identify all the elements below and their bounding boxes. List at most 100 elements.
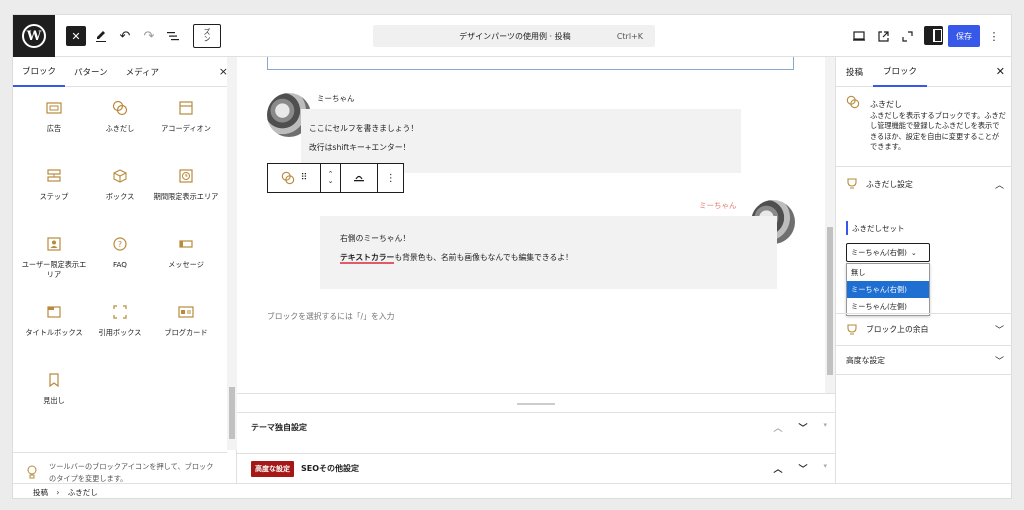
block-type-button[interactable]: ⠿ — [268, 164, 322, 192]
balloon-icon — [846, 95, 860, 109]
status-badge: 高度な設定 — [251, 460, 294, 477]
panel-balloon-settings[interactable]: ふきだし設定 ︿ — [836, 169, 1011, 199]
panel-block-margin[interactable]: ブロック上の余白 ﹀ — [836, 313, 1011, 345]
chevron-up-icon[interactable]: ︿ — [773, 462, 782, 475]
bookmark-icon — [45, 371, 63, 389]
tab-media[interactable]: メディア — [117, 57, 168, 87]
align-icon — [354, 175, 365, 182]
previous-block[interactable] — [267, 57, 794, 70]
block-item-box[interactable]: ボックス — [89, 163, 151, 231]
block-label: 見出し — [43, 396, 65, 405]
box-icon — [111, 167, 129, 185]
chevron-up-icon[interactable]: ︿ — [773, 421, 782, 434]
block-label: ボックス — [105, 192, 135, 201]
balloon-name-right: ミーちゃん — [699, 201, 737, 210]
more-icon[interactable]: ⋮ — [378, 164, 403, 192]
metabox-title: SEOその他設定 — [301, 464, 360, 473]
highlighted-text: テキストカラー — [340, 252, 395, 264]
tools-button[interactable]: ズン — [193, 24, 221, 48]
metabox-title: テーマ独自設定 — [251, 423, 307, 432]
block-appender-placeholder[interactable]: ブロックを選択するには「/」を入力 — [267, 311, 394, 322]
block-item-accordion[interactable]: アコーディオン — [151, 95, 221, 163]
inserter-tabs: ブロック パターン メディア × — [13, 57, 236, 87]
block-item-blog-card[interactable]: ブログカード — [151, 299, 221, 367]
settings-sidebar: 投稿 ブロック ✕ ふきだし ふきだしを表示するブロックです。ふきだし管理機能で… — [835, 57, 1011, 483]
balloon-icon — [111, 99, 129, 117]
block-label: アコーディオン — [161, 124, 211, 133]
chevron-down-icon: ﹀ — [994, 356, 1004, 367]
desktop-icon[interactable] — [851, 25, 867, 47]
chevron-down-icon[interactable]: ⌄ — [328, 178, 334, 185]
undo-icon[interactable]: ↶ — [117, 25, 133, 47]
move-buttons[interactable]: ⌃ ⌄ — [321, 164, 341, 192]
trophy-icon — [847, 323, 857, 335]
balloon-set-select[interactable]: ミーちゃん(右側) ⌄ — [846, 243, 930, 262]
close-icon[interactable]: ✕ — [996, 65, 1005, 78]
editor-canvas: ミーちゃん ここにセルフを書きましょう！ 改行はshiftキー+エンター！ ⠿ … — [237, 57, 835, 393]
step-icon — [45, 167, 63, 185]
external-icon[interactable] — [875, 25, 891, 47]
tab-patterns[interactable]: パターン — [65, 57, 117, 87]
block-item-balloon[interactable]: ふきだし — [89, 95, 151, 163]
balloon-right[interactable]: 右側のミーちゃん！ テキストカラーも背景色も、名前も画像もなんでも編集できるよ！ — [320, 216, 777, 289]
block-item-user-area[interactable]: ユーザー限定表示エリア — [19, 231, 89, 299]
block-label: 引用ボックス — [98, 328, 142, 337]
block-grid: 広告 ふきだし アコーディオン ステップ ボックス 期間限定表示エリア ユーザー… — [13, 95, 223, 435]
title-box-icon — [45, 303, 63, 321]
breadcrumb-separator: › — [56, 488, 60, 497]
block-item-quote-box[interactable]: 引用ボックス — [89, 299, 151, 367]
breadcrumb-current[interactable]: ふきだし — [68, 488, 98, 497]
redo-icon[interactable]: ↷ — [141, 25, 157, 47]
fullscreen-icon[interactable] — [899, 25, 915, 47]
block-label: ブログカード — [164, 328, 208, 337]
close-inserter-button[interactable]: ✕ — [66, 26, 86, 46]
pen-icon[interactable] — [93, 25, 109, 47]
tab-block[interactable]: ブロック — [873, 57, 928, 87]
caret-down-icon[interactable]: ▾ — [823, 462, 827, 475]
balloon-name-left: ミーちゃん — [317, 94, 355, 103]
svg-text:?: ? — [118, 240, 122, 249]
align-button[interactable] — [341, 164, 379, 192]
lightbulb-icon — [27, 465, 37, 479]
list-view-icon[interactable] — [165, 25, 181, 47]
panel-title: 高度な設定 — [846, 355, 885, 365]
save-button[interactable]: 保存 — [948, 25, 980, 47]
command-palette[interactable]: デザインパーツの使用例 · 投稿 Ctrl+K — [373, 25, 655, 47]
panel-title: ふきだし設定 — [866, 179, 913, 189]
breadcrumb: 投稿 › ふきだし — [13, 483, 1011, 498]
block-item-message[interactable]: メッセージ — [151, 231, 221, 299]
canvas-scrollbar[interactable] — [825, 57, 835, 393]
inserter-scrollbar[interactable] — [227, 57, 237, 450]
block-item-heading[interactable]: 見出し — [19, 367, 89, 435]
message-icon — [177, 235, 195, 253]
block-item-timer[interactable]: 期間限定表示エリア — [151, 163, 221, 231]
metabox-seo-settings[interactable]: 高度な設定 SEOその他設定 ︿ ﹀ ▾ — [237, 453, 835, 483]
editor-window: W ✕ ↶ ↷ ズン デザインパーツの使用例 · 投稿 Ctrl+K 保存 ⋮ … — [12, 14, 1012, 499]
panel-advanced[interactable]: 高度な設定 ﹀ — [836, 345, 1011, 375]
block-item-step[interactable]: ステップ — [19, 163, 89, 231]
dropdown-option-selected[interactable]: ミーちゃん(右側) — [847, 281, 929, 298]
block-label: 期間限定表示エリア — [153, 192, 219, 201]
chevron-down-icon[interactable]: ﹀ — [798, 462, 807, 475]
block-item-faq[interactable]: ? FAQ — [89, 231, 151, 299]
tab-post[interactable]: 投稿 — [836, 57, 873, 87]
more-icon[interactable]: ⋮ — [987, 25, 1001, 47]
breadcrumb-root[interactable]: 投稿 — [33, 488, 48, 497]
dropdown-option[interactable]: 無し — [847, 264, 929, 281]
resize-handle[interactable] — [517, 403, 555, 405]
block-label: メッセージ — [168, 260, 204, 269]
block-item-title-box[interactable]: タイトルボックス — [19, 299, 89, 367]
block-label: ステップ — [39, 192, 69, 201]
trophy-icon — [847, 178, 857, 189]
chevron-down-icon[interactable]: ﹀ — [798, 421, 807, 434]
caret-down-icon[interactable]: ▾ — [823, 421, 827, 434]
drag-handle-icon[interactable]: ⠿ — [301, 173, 308, 183]
wordpress-logo[interactable]: W — [13, 15, 55, 57]
settings-icon[interactable] — [924, 26, 943, 45]
block-label: タイトルボックス — [25, 328, 83, 337]
quote-box-icon — [111, 303, 129, 321]
chevron-down-icon: ﹀ — [994, 326, 1004, 336]
metabox-theme-settings[interactable]: テーマ独自設定 ︿ ﹀ ▾ — [237, 412, 835, 442]
tab-blocks[interactable]: ブロック — [13, 57, 66, 87]
block-item-ad[interactable]: 広告 — [19, 95, 89, 163]
